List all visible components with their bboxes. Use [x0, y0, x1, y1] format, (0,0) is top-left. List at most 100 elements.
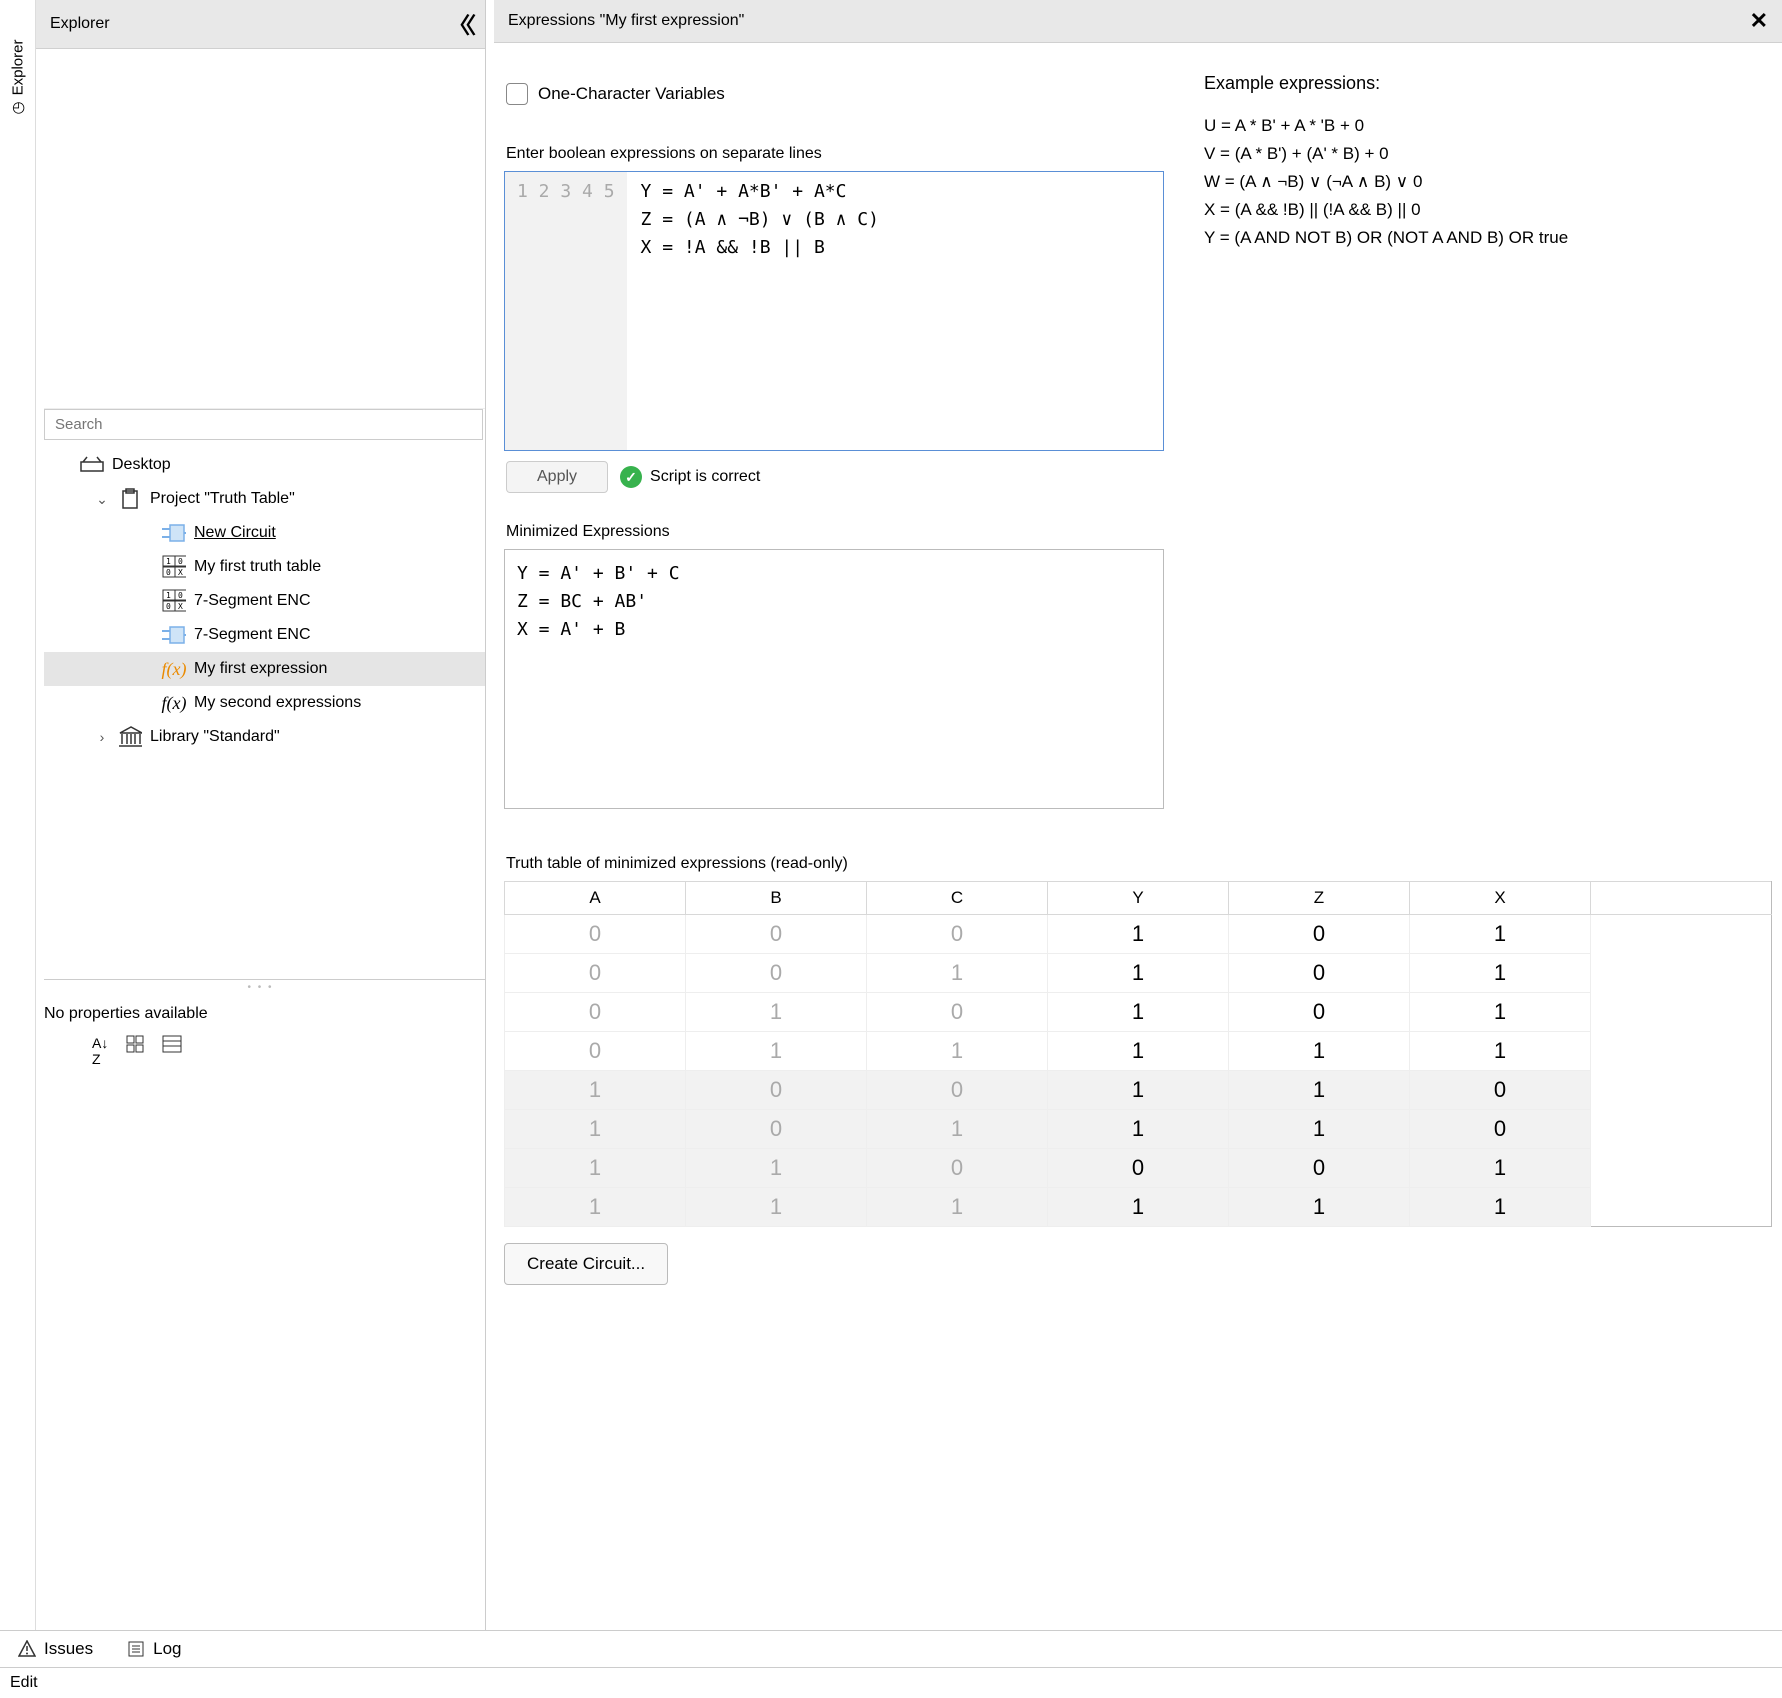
- example-line: X = (A && !B) || (!A && B) || 0: [1204, 196, 1772, 224]
- truth-cell-input: 1: [867, 954, 1048, 993]
- chevron-icon[interactable]: ›: [94, 729, 110, 745]
- spacer: [1591, 1149, 1772, 1188]
- truth-cell-input: 1: [505, 1110, 686, 1149]
- truth-cell-output: 1: [1229, 1032, 1410, 1071]
- examples-panel: Example expressions: U = A * B' + A * 'B…: [1204, 63, 1772, 809]
- explorer-header: Explorer 〈〈: [36, 0, 485, 49]
- truth-cell-input: 0: [867, 915, 1048, 954]
- vertical-tab-explorer[interactable]: ◷ Explorer: [9, 40, 27, 115]
- script-status: ✓ Script is correct: [620, 466, 760, 488]
- example-line: Y = (A AND NOT B) OR (NOT A AND B) OR tr…: [1204, 224, 1772, 252]
- log-icon: [127, 1640, 145, 1658]
- editor-gutter: 1 2 3 4 5: [505, 172, 627, 450]
- tree-row[interactable]: ⌄ Project "Truth Table": [44, 482, 485, 516]
- circuit-icon: [162, 522, 186, 544]
- tab-issues-label: Issues: [44, 1639, 93, 1659]
- tree-row[interactable]: 100X My first truth table: [44, 550, 485, 584]
- project-tree[interactable]: Desktop⌄ Project "Truth Table" New Circuit…: [44, 440, 485, 980]
- truth-cell-output: 0: [1229, 1149, 1410, 1188]
- tree-row[interactable]: f(x)My first expression: [44, 652, 485, 686]
- truth-cell-output: 1: [1048, 915, 1229, 954]
- truth-cell-input: 0: [686, 915, 867, 954]
- tree-item-label: 7-Segment ENC: [194, 592, 311, 610]
- main-title: Expressions "My first expression": [508, 12, 744, 30]
- spacer: [1591, 1188, 1772, 1227]
- tree-item-label: Library "Standard": [150, 728, 280, 746]
- library-icon: [118, 726, 142, 748]
- truth-cell-input: 0: [505, 1032, 686, 1071]
- list-icon[interactable]: [162, 1035, 182, 1067]
- truth-cell-output: 1: [1410, 1032, 1591, 1071]
- tree-row[interactable]: New Circuit: [44, 516, 485, 550]
- svg-text:1: 1: [166, 591, 171, 600]
- example-line: W = (A ∧ ¬B) ∨ (¬A ∧ B) ∨ 0: [1204, 168, 1772, 196]
- bottom-tabs: Issues Log: [0, 1630, 1782, 1667]
- truth-cell-input: 1: [686, 993, 867, 1032]
- tree-row[interactable]: f(x)My second expressions: [44, 686, 485, 720]
- tree-item-label: My first expression: [194, 660, 327, 678]
- truth-header: Y: [1048, 882, 1229, 915]
- truth-cell-output: 1: [1048, 993, 1229, 1032]
- search-input[interactable]: [44, 409, 483, 440]
- minimized-label: Minimized Expressions: [506, 523, 1164, 541]
- tab-log-label: Log: [153, 1639, 181, 1659]
- truth-cell-output: 1: [1229, 1188, 1410, 1227]
- tree-row[interactable]: Desktop: [44, 448, 485, 482]
- spacer: [1591, 993, 1772, 1032]
- close-icon[interactable]: ✕: [1750, 8, 1768, 34]
- truth-cell-output: 1: [1229, 1110, 1410, 1149]
- tree-row[interactable]: 7-Segment ENC: [44, 618, 485, 652]
- desktop-icon: [80, 454, 104, 476]
- collapse-icon[interactable]: 〈〈: [448, 8, 471, 40]
- truth-cell-input: 0: [505, 915, 686, 954]
- tab-log[interactable]: Log: [127, 1639, 181, 1659]
- example-line: V = (A * B') + (A' * B) + 0: [1204, 140, 1772, 168]
- truth-header: B: [686, 882, 867, 915]
- vertical-tab-strip: ◷ Explorer: [0, 0, 36, 1630]
- tree-item-label: My second expressions: [194, 694, 361, 712]
- tab-issues[interactable]: Issues: [18, 1639, 93, 1659]
- expression-editor[interactable]: 1 2 3 4 5 Y = A' + A*B' + A*C Z = (A ∧ ¬…: [504, 171, 1164, 451]
- tree-item-label: Project "Truth Table": [150, 490, 295, 508]
- apply-button[interactable]: Apply: [506, 461, 608, 493]
- sort-az-icon[interactable]: A↓Z: [92, 1035, 108, 1067]
- spacer: [1591, 882, 1772, 915]
- truth-table-icon: 100X: [162, 556, 186, 578]
- spacer: [1591, 954, 1772, 993]
- svg-text:0: 0: [178, 591, 183, 600]
- tree-item-label: My first truth table: [194, 558, 321, 576]
- truth-cell-output: 1: [1410, 1188, 1591, 1227]
- tree-item-label: Desktop: [112, 456, 171, 474]
- svg-text:0: 0: [166, 568, 171, 577]
- create-circuit-button[interactable]: Create Circuit...: [504, 1243, 668, 1285]
- circuit-icon: [162, 624, 186, 646]
- editor-code[interactable]: Y = A' + A*B' + A*C Z = (A ∧ ¬B) ∨ (B ∧ …: [627, 172, 893, 450]
- tree-row[interactable]: › Library "Standard": [44, 720, 485, 754]
- truth-cell-input: 0: [686, 954, 867, 993]
- example-line: U = A * B' + A * 'B + 0: [1204, 112, 1772, 140]
- truth-cell-input: 1: [686, 1032, 867, 1071]
- chevron-icon[interactable]: ⌄: [94, 491, 110, 508]
- checkbox-icon[interactable]: [506, 83, 528, 105]
- drag-handle-icon[interactable]: • • •: [36, 980, 485, 995]
- truth-header: X: [1410, 882, 1591, 915]
- truth-table-icon: 100X: [162, 590, 186, 612]
- one-char-label: One-Character Variables: [538, 84, 725, 104]
- truth-cell-output: 0: [1048, 1149, 1229, 1188]
- script-status-label: Script is correct: [650, 468, 760, 486]
- truth-table: ABCYZX0001010011010101010111111001101011…: [504, 881, 1772, 1227]
- check-icon: ✓: [620, 466, 642, 488]
- explorer-panel: Explorer 〈〈 Desktop⌄ Project "Truth Table…: [36, 0, 486, 1630]
- truth-cell-output: 1: [1410, 915, 1591, 954]
- one-char-checkbox-row[interactable]: One-Character Variables: [506, 83, 1164, 105]
- spacer: [1591, 1110, 1772, 1149]
- truth-cell-input: 1: [686, 1149, 867, 1188]
- tree-row[interactable]: 100X 7-Segment ENC: [44, 584, 485, 618]
- grid-icon[interactable]: [126, 1035, 144, 1067]
- svg-text:0: 0: [166, 602, 171, 611]
- truth-cell-output: 0: [1410, 1110, 1591, 1149]
- spacer: [1591, 1032, 1772, 1071]
- truth-cell-output: 1: [1048, 1032, 1229, 1071]
- truth-cell-output: 0: [1229, 993, 1410, 1032]
- truth-cell-input: 0: [867, 1149, 1048, 1188]
